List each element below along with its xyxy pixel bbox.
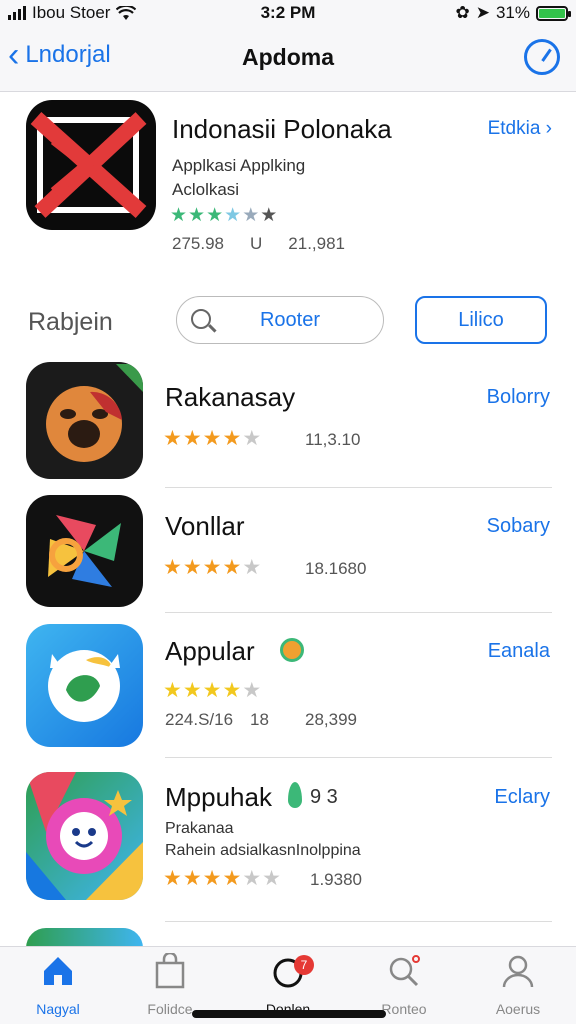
featured-link[interactable]: Etdkia › — [488, 118, 552, 140]
compass-icon[interactable] — [524, 39, 560, 75]
rating-stars: ★★★★★★ — [163, 867, 282, 890]
section-title: Rabjein — [28, 308, 113, 336]
app-meta-count: 18 — [250, 710, 269, 729]
app-name: Appular — [165, 636, 255, 666]
app-name: Vonllar — [165, 511, 245, 541]
search-input[interactable]: Rooter — [176, 296, 384, 344]
app-action-link[interactable]: Bolorry — [487, 386, 550, 409]
app-meta: 28,399 — [305, 710, 357, 729]
app-name-suffix: 9 3 — [310, 786, 338, 808]
app-icon-pinwheel — [26, 495, 143, 607]
app-meta-size: 224.S/16 — [165, 710, 234, 729]
app-action-link[interactable]: Sobary — [487, 515, 550, 538]
location-icon: ➤ — [475, 3, 490, 22]
app-icon-face — [26, 772, 143, 900]
circle-icon: 7 — [238, 953, 338, 991]
bag-icon — [120, 951, 220, 991]
featured-meta: 275.98 U 21.,981 — [172, 234, 345, 254]
verified-icon — [280, 638, 304, 662]
app-meta: 11,3.10 — [305, 430, 361, 449]
rating-stars: ★★★★★ — [163, 556, 263, 579]
app-action-link[interactable]: Eclary — [494, 786, 550, 809]
app-action-link[interactable]: Eanala — [488, 640, 550, 663]
bluetooth-icon: ✿ — [455, 3, 470, 22]
battery-percent: 31% — [495, 3, 530, 22]
page-title: Apdoma — [242, 44, 334, 70]
featured-app-subtitle: Applkasi Applking — [172, 156, 306, 175]
tab-account[interactable]: Aoerus — [468, 953, 568, 1017]
leaf-icon — [288, 782, 302, 808]
rating-stars: ★★★★★ — [163, 679, 263, 702]
featured-meta-1: 275.98 — [172, 234, 224, 253]
app-meta: 1.9380 — [310, 870, 362, 889]
home-icon — [8, 953, 108, 991]
tab-home[interactable]: Nagyal — [8, 953, 108, 1017]
status-right: ✿ ➤ 31% — [455, 3, 571, 23]
battery-icon — [536, 5, 571, 21]
list-item[interactable]: Rakanasay Bolorry ★★★★★ 11,3.10 — [0, 362, 576, 488]
divider — [165, 487, 552, 488]
app-icon-emoji — [26, 362, 143, 479]
tab-folder[interactable]: Folidce — [120, 951, 220, 1017]
featured-app-category: Aclolkasi — [172, 180, 240, 199]
featured-app-name: Indonasii Polonaka — [172, 114, 392, 144]
list-item[interactable]: Vonllar Sobary ★★★★★ 18.1680 — [0, 495, 576, 613]
app-name: Mppuhak — [165, 782, 272, 812]
divider — [165, 757, 552, 758]
tab-download[interactable]: 7 Donlen — [238, 953, 338, 1017]
list-item[interactable]: Appular Eanala ★★★★★ 224.S/16 18 28,399 — [0, 624, 576, 758]
status-bar: Ibou Stoer 3:2 PM ✿ ➤ 31% — [0, 0, 576, 26]
divider — [165, 612, 552, 613]
list-item-partial — [26, 928, 143, 948]
tab-label: Aoerus — [495, 1001, 541, 1017]
featured-meta-3: 21.,981 — [288, 234, 346, 253]
search-icon — [354, 953, 454, 991]
featured-app-icon — [26, 100, 156, 230]
person-icon — [468, 953, 568, 991]
app-meta: 18.1680 — [305, 559, 367, 578]
app-description: Rahein adsialkasnInolppina — [165, 842, 361, 859]
search-label: Rooter — [259, 308, 321, 331]
tab-label: Nagyal — [36, 1001, 80, 1017]
app-subtitle: Prakanaa — [165, 820, 234, 837]
notification-badge: 7 — [294, 955, 314, 975]
home-indicator — [192, 1010, 386, 1018]
featured-meta-2: U — [250, 234, 263, 253]
navigation-bar: ‹ Lndorjal Apdoma — [0, 26, 576, 92]
rating-stars: ★★★★★ — [163, 427, 263, 450]
filter-button[interactable]: Lilico — [415, 296, 547, 344]
featured-rating-stars: ★★★★★★ — [170, 205, 279, 226]
divider — [165, 921, 552, 922]
tab-search[interactable]: Ronteo — [354, 953, 454, 1017]
list-item[interactable]: Mppuhak 9 3 Eclary Prakanaa Rahein adsia… — [0, 772, 576, 922]
app-icon-bird — [26, 624, 143, 747]
app-name: Rakanasay — [165, 382, 296, 412]
featured-app[interactable]: Indonasii Polonaka Applkasi Applking Acl… — [0, 92, 576, 272]
